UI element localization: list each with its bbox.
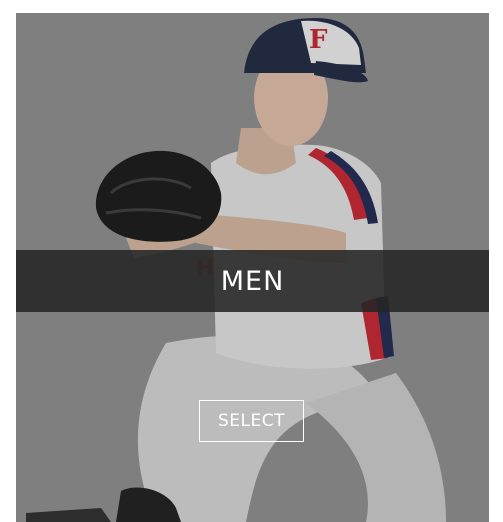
- title-banner: MEN: [16, 250, 489, 312]
- category-card-men[interactable]: F H MEN SELECT: [16, 13, 489, 522]
- select-button[interactable]: SELECT: [199, 400, 304, 442]
- category-title: MEN: [220, 265, 285, 297]
